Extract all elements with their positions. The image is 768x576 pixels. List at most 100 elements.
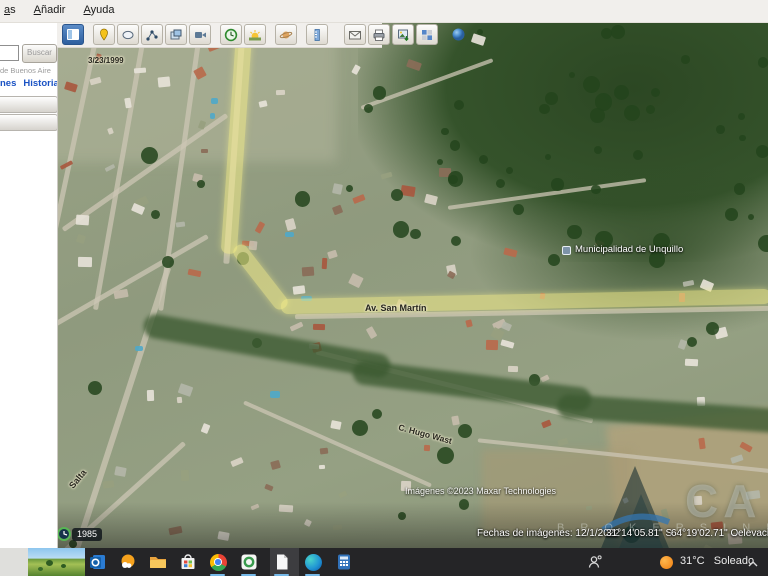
search-input[interactable] xyxy=(0,45,19,61)
map-feature xyxy=(76,214,89,225)
historical-date-label: 3/23/1999 xyxy=(88,56,124,65)
street-label-hugo-wast: C. Hugo Wast xyxy=(397,422,453,446)
map-feature xyxy=(322,258,328,269)
menu-item-herramientas-partial[interactable]: as xyxy=(4,4,16,16)
map-feature xyxy=(57,234,209,331)
map-feature xyxy=(551,178,563,190)
historical-clock-icon[interactable] xyxy=(57,527,71,541)
map-feature xyxy=(734,183,746,195)
map-feature xyxy=(486,340,499,350)
edge-icon[interactable] xyxy=(303,552,323,572)
map-feature xyxy=(146,390,153,401)
map-feature xyxy=(197,180,205,188)
map-feature xyxy=(332,204,343,214)
map-feature xyxy=(614,85,629,100)
map-feature xyxy=(276,90,285,95)
map-feature xyxy=(105,164,116,172)
outlook-icon[interactable] xyxy=(88,552,108,572)
map-feature xyxy=(243,400,432,487)
globe-icon[interactable] xyxy=(447,24,469,45)
status-elevation: elevación xyxy=(738,528,768,539)
map-feature xyxy=(725,208,737,220)
map-feature xyxy=(454,100,464,110)
map-feature xyxy=(698,438,705,449)
microsoft-store-icon[interactable] xyxy=(178,552,198,572)
document-app-icon[interactable] xyxy=(272,552,292,572)
map-feature xyxy=(284,218,296,231)
panel-header[interactable] xyxy=(0,114,58,131)
map-feature xyxy=(716,125,725,134)
map-feature xyxy=(175,221,184,227)
map-feature xyxy=(319,464,325,469)
map-feature xyxy=(451,415,460,425)
map-feature xyxy=(424,445,430,451)
map-feature xyxy=(332,183,343,195)
add-placemark-icon[interactable] xyxy=(93,24,115,45)
add-image-overlay-icon[interactable] xyxy=(165,24,187,45)
tab-indicaciones-partial[interactable]: nes xyxy=(0,78,16,89)
green-app-icon[interactable] xyxy=(239,552,259,572)
map-feature xyxy=(290,321,304,331)
weather-temp: 31°C xyxy=(680,555,705,567)
map-feature xyxy=(437,447,454,464)
panel-header[interactable] xyxy=(0,96,58,113)
weather-sun-icon[interactable] xyxy=(660,556,673,569)
save-image-icon[interactable] xyxy=(392,24,414,45)
planets-icon[interactable] xyxy=(275,24,297,45)
print-icon[interactable] xyxy=(368,24,390,45)
map-feature xyxy=(313,324,325,330)
chrome-icon[interactable] xyxy=(208,552,228,572)
map-feature xyxy=(134,68,146,74)
map-feature xyxy=(569,72,575,78)
windows-taskbar: 31°C Soleado xyxy=(0,548,768,576)
map-feature xyxy=(738,113,745,120)
calculator-icon[interactable] xyxy=(334,552,354,572)
history-year-badge[interactable]: 1985 xyxy=(72,528,102,541)
poi-icon[interactable] xyxy=(562,246,571,255)
map-feature xyxy=(458,424,472,438)
map-feature xyxy=(539,104,549,114)
sunlight-icon[interactable] xyxy=(244,24,266,45)
map-viewport[interactable]: 3/23/1999 Municipalidad de Unquillo Av. … xyxy=(57,22,768,548)
map-feature xyxy=(393,221,409,237)
sun-cloud-icon[interactable] xyxy=(118,552,138,572)
map-feature xyxy=(320,447,329,454)
tab-historial[interactable]: Historial xyxy=(23,78,58,89)
watermark-initials: CA xyxy=(685,474,761,528)
historical-imagery-icon[interactable] xyxy=(220,24,242,45)
map-feature xyxy=(301,267,313,277)
menu-item-ayuda[interactable]: Ayuda xyxy=(83,4,114,16)
map-feature xyxy=(758,235,768,252)
search-hint: de Buenos Aire xyxy=(0,66,57,75)
map-feature xyxy=(210,113,215,118)
road-label-av-san-martin: Av. San Martín xyxy=(365,303,427,313)
file-explorer-icon[interactable] xyxy=(148,552,168,572)
map-feature xyxy=(548,254,560,266)
map-feature xyxy=(758,57,768,68)
map-feature xyxy=(135,346,143,351)
search-button[interactable]: Buscar xyxy=(22,44,57,63)
menu-item-anadir[interactable]: Añadir xyxy=(34,4,66,16)
map-feature xyxy=(230,457,244,467)
record-tour-icon[interactable] xyxy=(189,24,211,45)
add-path-icon[interactable] xyxy=(141,24,163,45)
taskbar-left-strip[interactable] xyxy=(0,548,28,576)
map-feature xyxy=(157,76,170,87)
people-icon[interactable] xyxy=(585,552,605,572)
email-icon[interactable] xyxy=(344,24,366,45)
view-in-maps-icon[interactable] xyxy=(416,24,438,45)
show-hidden-icons-chevron-icon[interactable] xyxy=(743,554,763,574)
map-feature xyxy=(611,25,625,39)
ruler-icon[interactable] xyxy=(306,24,328,45)
map-feature xyxy=(201,149,208,153)
map-feature xyxy=(211,98,219,104)
map-feature xyxy=(541,420,551,429)
imagery-copyright: Imágenes ©2023 Maxar Technologies xyxy=(405,486,556,496)
map-feature xyxy=(372,409,382,419)
map-feature xyxy=(567,225,581,239)
sidebar-toggle-icon[interactable] xyxy=(62,24,84,45)
map-feature xyxy=(115,466,127,477)
add-polygon-icon[interactable] xyxy=(117,24,139,45)
map-feature xyxy=(545,154,551,160)
widgets-thumbnail[interactable] xyxy=(28,548,85,576)
